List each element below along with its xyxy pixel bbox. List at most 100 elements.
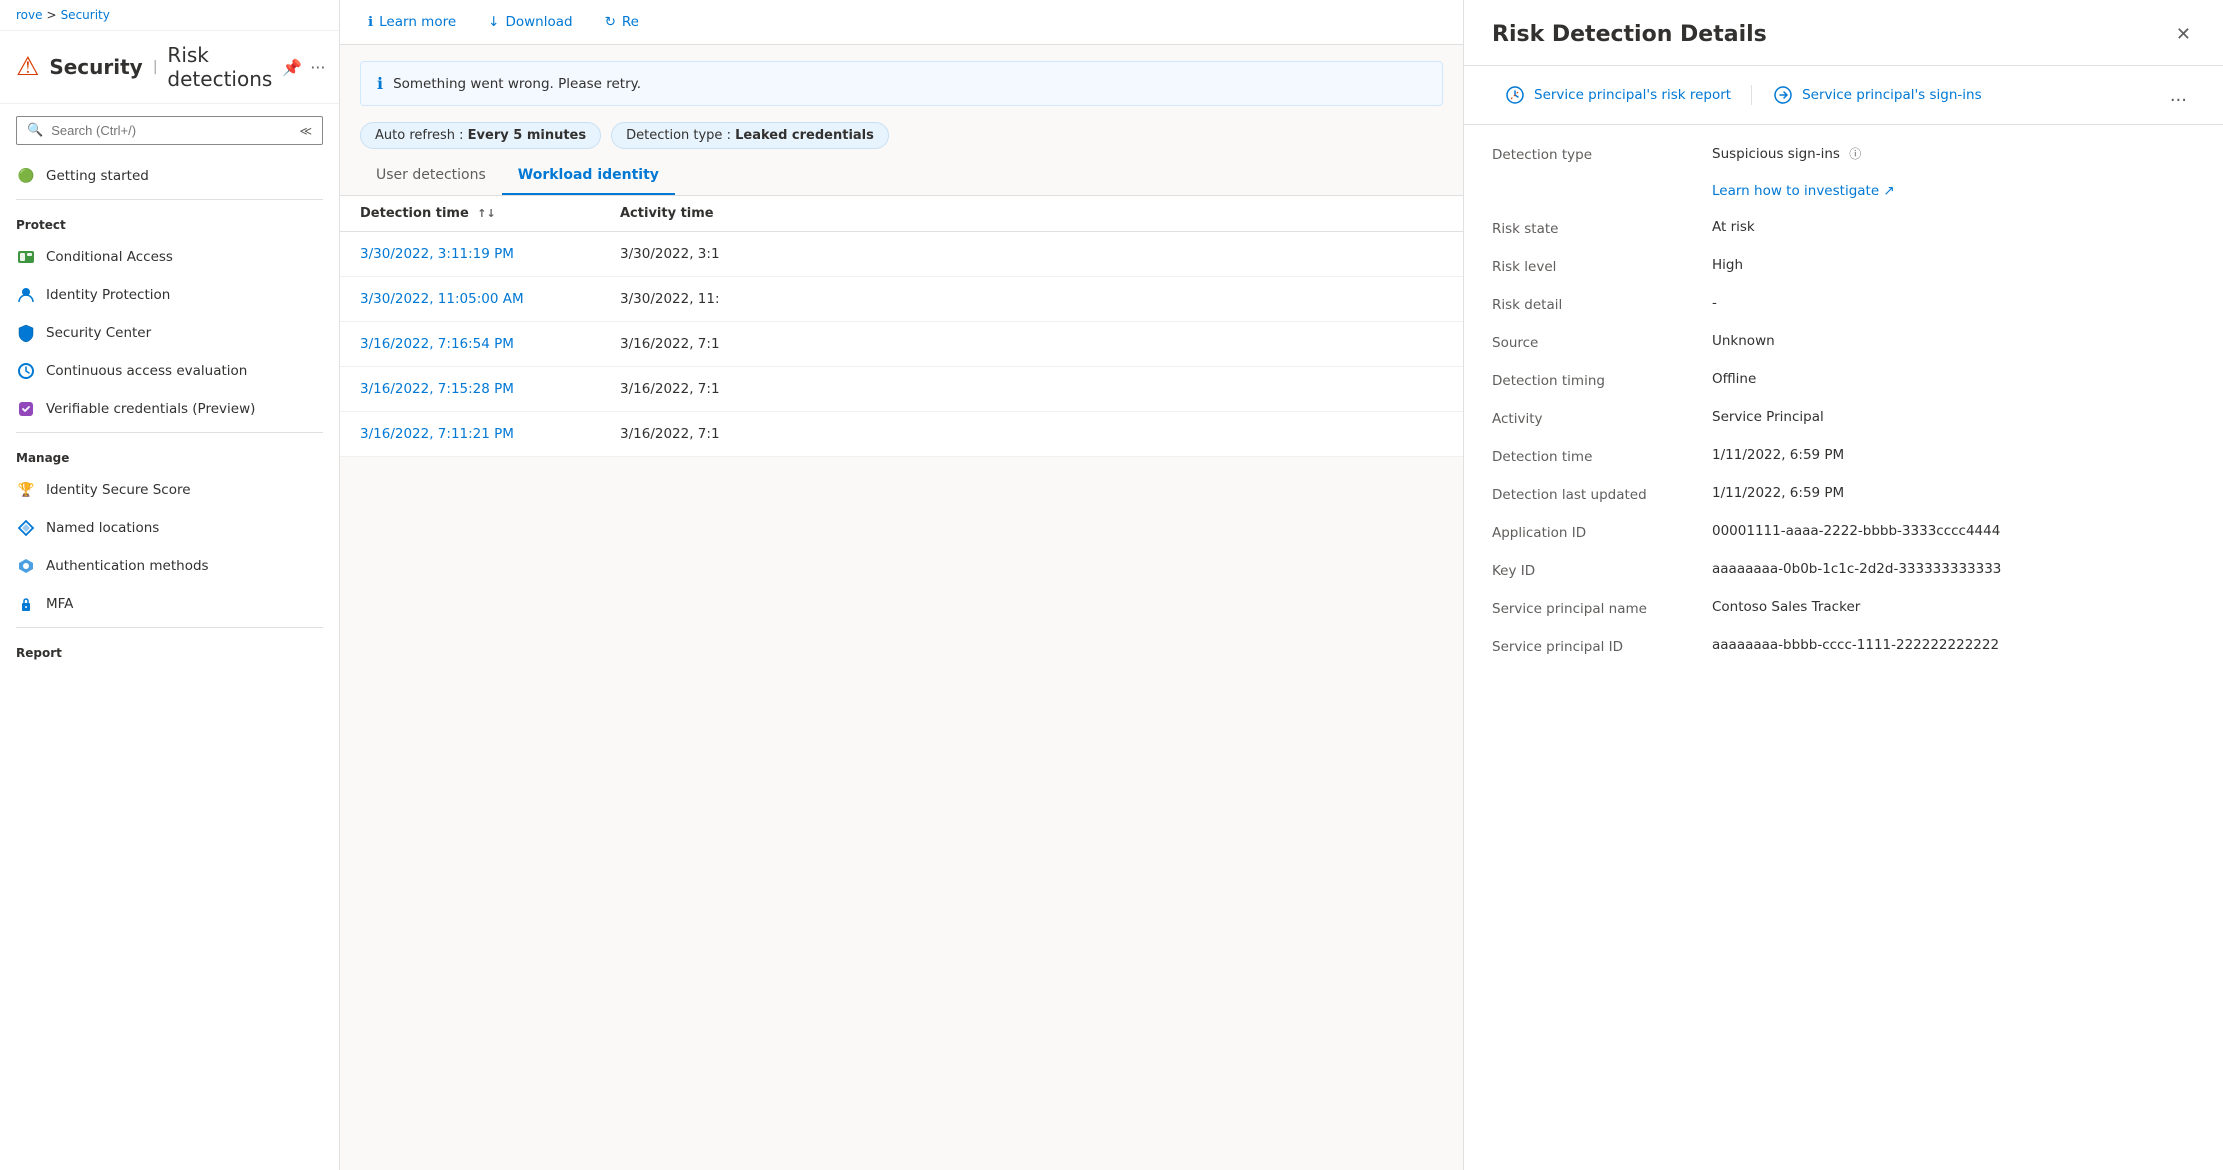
sidebar-item-mfa[interactable]: MFA xyxy=(0,585,339,623)
sidebar-item-security-center[interactable]: Security Center xyxy=(0,314,339,352)
verifiable-credentials-icon xyxy=(16,399,36,419)
col-header-activity-time: Activity time xyxy=(620,206,1443,221)
table-row: 3/16/2022, 7:11:21 PM 3/16/2022, 7:1 xyxy=(340,412,1463,457)
nav-section: 🟢 Getting started Protect Conditional Ac… xyxy=(0,157,339,1170)
detection-type-label: Detection type : xyxy=(626,128,735,143)
sidebar-item-continuous-access[interactable]: Continuous access evaluation xyxy=(0,352,339,390)
detection-type-chip[interactable]: Detection type : Leaked credentials xyxy=(611,122,889,149)
detection-time-link[interactable]: 3/16/2022, 7:16:54 PM xyxy=(360,336,620,352)
service-principal-signins-button[interactable]: Service principal's sign-ins xyxy=(1760,78,1994,112)
table-row: 3/16/2022, 7:16:54 PM 3/16/2022, 7:1 xyxy=(340,322,1463,367)
field-value-detection-type: Suspicious sign-ins ⓘ xyxy=(1712,145,2195,163)
refresh-icon: ↻ xyxy=(605,14,616,30)
learn-more-button[interactable]: ℹ Learn more xyxy=(360,10,464,34)
getting-started-icon: 🟢 xyxy=(16,166,36,186)
alert-message: Something went wrong. Please retry. xyxy=(393,76,641,92)
page-subtitle: Risk detections xyxy=(167,43,272,91)
field-value-service-principal-id: aaaaaaaa-bbbb-cccc-1111-222222222222 xyxy=(1712,637,2195,655)
sidebar-item-verifiable-credentials[interactable]: Verifiable credentials (Preview) xyxy=(0,390,339,428)
activity-time-value: 3/16/2022, 7:1 xyxy=(620,381,1443,397)
auto-refresh-chip[interactable]: Auto refresh : Every 5 minutes xyxy=(360,122,601,149)
sidebar-item-authentication-methods[interactable]: Authentication methods xyxy=(0,547,339,585)
auto-refresh-label: Auto refresh : xyxy=(375,128,468,143)
field-label-risk-level: Risk level xyxy=(1492,257,1712,275)
field-value-key-id: aaaaaaaa-0b0b-1c1c-2d2d-333333333333 xyxy=(1712,561,2195,579)
activity-time-value: 3/16/2022, 7:1 xyxy=(620,336,1443,352)
sort-icon[interactable]: ↑↓ xyxy=(477,207,495,220)
conditional-access-icon xyxy=(16,247,36,267)
sidebar-item-label: Verifiable credentials (Preview) xyxy=(46,401,255,417)
table-row: 3/30/2022, 11:05:00 AM 3/30/2022, 11: xyxy=(340,277,1463,322)
toolbar-separator xyxy=(1751,85,1752,105)
protect-group-label: Protect xyxy=(0,204,339,238)
sidebar-item-getting-started[interactable]: 🟢 Getting started xyxy=(0,157,339,195)
sidebar-item-named-locations[interactable]: Named locations xyxy=(0,509,339,547)
panel-more-button[interactable]: ... xyxy=(2162,81,2195,110)
detection-time-link[interactable]: 3/16/2022, 7:15:28 PM xyxy=(360,381,620,397)
search-box: 🔍 ≪ xyxy=(16,116,323,145)
breadcrumb-parent[interactable]: rove xyxy=(16,8,43,22)
security-center-icon xyxy=(16,323,36,343)
mfa-icon xyxy=(16,594,36,614)
activity-time-value: 3/16/2022, 7:1 xyxy=(620,426,1443,442)
field-label-risk-detail: Risk detail xyxy=(1492,295,1712,313)
more-icon[interactable]: ··· xyxy=(310,58,325,77)
page-header: ⚠ Security | Risk detections 📌 ··· xyxy=(0,31,339,104)
collapse-button[interactable]: ≪ xyxy=(299,124,312,138)
refresh-button[interactable]: ↻ Re xyxy=(597,10,647,34)
tab-bar: User detections Workload identity xyxy=(340,157,1463,196)
panel-header: Risk Detection Details ✕ xyxy=(1464,0,2223,66)
panel-close-button[interactable]: ✕ xyxy=(2172,20,2195,49)
field-label-learn xyxy=(1492,183,1712,199)
field-value-source: Unknown xyxy=(1712,333,2195,351)
col-header-detection-time: Detection time ↑↓ xyxy=(360,206,620,221)
field-label-detection-last-updated: Detection last updated xyxy=(1492,485,1712,503)
tab-user-detections[interactable]: User detections xyxy=(360,157,502,195)
warning-icon: ⚠ xyxy=(16,52,39,82)
service-principal-risk-button[interactable]: Service principal's risk report xyxy=(1492,78,1743,112)
sidebar-item-label: MFA xyxy=(46,596,73,612)
sidebar-item-conditional-access[interactable]: Conditional Access xyxy=(0,238,339,276)
tab-workload-identity[interactable]: Workload identity xyxy=(502,157,675,195)
alert-bar: ℹ Something went wrong. Please retry. xyxy=(360,61,1443,106)
field-value-service-principal-name: Contoso Sales Tracker xyxy=(1712,599,2195,617)
learn-investigate-link[interactable]: Learn how to investigate ↗ xyxy=(1712,183,2195,199)
sidebar-item-label: Named locations xyxy=(46,520,159,536)
sidebar-item-identity-protection[interactable]: Identity Protection xyxy=(0,276,339,314)
field-value-application-id: 00001111-aaaa-2222-bbbb-3333cccc4444 xyxy=(1712,523,2195,541)
field-label-service-principal-name: Service principal name xyxy=(1492,599,1712,617)
sidebar-item-label: Identity Secure Score xyxy=(46,482,191,498)
report-group-label: Report xyxy=(0,632,339,666)
download-button[interactable]: ↓ Download xyxy=(480,10,580,34)
signins-icon xyxy=(1772,84,1794,106)
info-icon-detection: ⓘ xyxy=(1849,147,1861,161)
alert-info-icon: ℹ xyxy=(377,74,383,93)
main-content: ℹ Learn more ↓ Download ↻ Re ℹ Something… xyxy=(340,0,1463,1170)
field-label-activity: Activity xyxy=(1492,409,1712,427)
nav-divider-report xyxy=(16,627,323,628)
field-label-detection-timing: Detection timing xyxy=(1492,371,1712,389)
detection-time-link[interactable]: 3/16/2022, 7:11:21 PM xyxy=(360,426,620,442)
field-label-service-principal-id: Service principal ID xyxy=(1492,637,1712,655)
field-value-risk-level: High xyxy=(1712,257,2195,275)
detection-time-link[interactable]: 3/30/2022, 11:05:00 AM xyxy=(360,291,620,307)
field-label-risk-state: Risk state xyxy=(1492,219,1712,237)
sidebar-item-identity-secure-score[interactable]: 🏆 Identity Secure Score xyxy=(0,471,339,509)
detection-time-link[interactable]: 3/30/2022, 3:11:19 PM xyxy=(360,246,620,262)
field-label-key-id: Key ID xyxy=(1492,561,1712,579)
pin-icon[interactable]: 📌 xyxy=(282,58,302,77)
service-principal-risk-label: Service principal's risk report xyxy=(1534,87,1731,103)
sidebar-item-label: Identity Protection xyxy=(46,287,170,303)
sidebar: rove > Security ⚠ Security | Risk detect… xyxy=(0,0,340,1170)
table-rows: 3/30/2022, 3:11:19 PM 3/30/2022, 3:1 3/3… xyxy=(340,232,1463,457)
header-icons: 📌 ··· xyxy=(282,58,325,77)
download-icon: ↓ xyxy=(488,14,499,30)
detection-type-value: Leaked credentials xyxy=(735,128,874,143)
info-icon: ℹ xyxy=(368,14,373,30)
field-value-detection-last-updated: 1/11/2022, 6:59 PM xyxy=(1712,485,2195,503)
getting-started-label: Getting started xyxy=(46,168,149,184)
search-input[interactable] xyxy=(51,123,291,138)
field-value-risk-state: At risk xyxy=(1712,219,2195,237)
panel-toolbar: Service principal's risk report Service … xyxy=(1464,66,2223,125)
field-value-activity: Service Principal xyxy=(1712,409,2195,427)
